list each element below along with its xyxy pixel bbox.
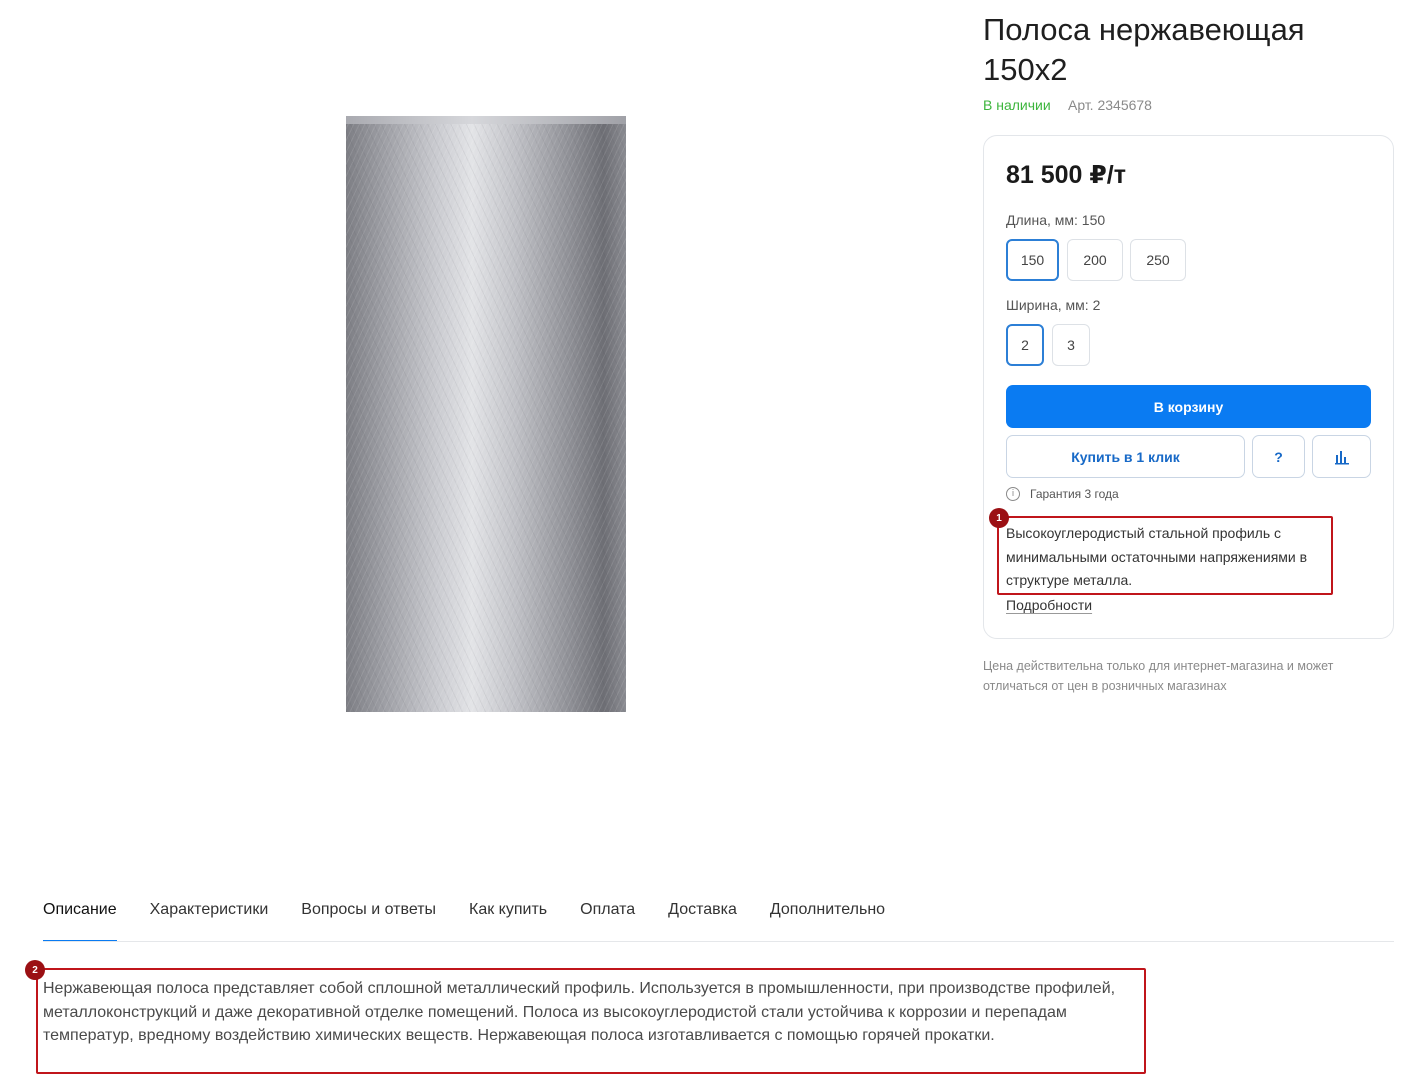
annotation-box-1	[997, 516, 1333, 595]
length-option-200[interactable]: 200	[1067, 239, 1123, 281]
tab-characteristics[interactable]: Характеристики	[150, 898, 269, 942]
info-icon: i	[1006, 487, 1020, 501]
sku-label: Арт. 2345678	[1068, 97, 1152, 113]
warranty: i Гарантия 3 года	[1006, 487, 1119, 501]
price: 81 500 ₽/т	[1006, 161, 1126, 189]
width-option-2[interactable]: 2	[1006, 324, 1044, 366]
tab-how-to-buy[interactable]: Как купить	[469, 898, 547, 942]
tab-description[interactable]: Описание	[43, 898, 117, 942]
product-title: Полоса нержавеющая 150х2	[983, 12, 1305, 87]
annotation-badge-2: 2	[25, 960, 45, 980]
tab-additional[interactable]: Дополнительно	[770, 898, 885, 942]
width-label: Ширина, мм: 2	[1006, 297, 1101, 313]
buy-one-click-button[interactable]: Купить в 1 клик	[1006, 435, 1245, 478]
annotation-box-2	[36, 968, 1146, 1074]
warranty-text: Гарантия 3 года	[1030, 487, 1119, 501]
tab-questions[interactable]: Вопросы и ответы	[301, 898, 436, 942]
question-button[interactable]: ?	[1252, 435, 1305, 478]
bar-chart-icon	[1334, 450, 1349, 464]
stock-status: В наличии	[983, 97, 1051, 113]
length-option-150[interactable]: 150	[1006, 239, 1059, 281]
price-note: Цена действительна только для интернет-м…	[983, 659, 1334, 693]
length-label: Длина, мм: 150	[1006, 212, 1106, 228]
length-option-250[interactable]: 250	[1130, 239, 1186, 281]
tab-delivery[interactable]: Доставка	[668, 898, 737, 942]
product-image	[346, 116, 626, 712]
annotation-badge-1: 1	[989, 508, 1009, 528]
add-to-cart-button[interactable]: В корзину	[1006, 385, 1371, 428]
tabs-divider	[43, 941, 1394, 942]
width-option-3[interactable]: 3	[1052, 324, 1090, 366]
details-link[interactable]: Подробности	[1006, 597, 1092, 613]
product-tabs: Описание Характеристики Вопросы и ответы…	[43, 898, 918, 942]
compare-button[interactable]	[1312, 435, 1371, 478]
tab-payment[interactable]: Оплата	[580, 898, 635, 942]
